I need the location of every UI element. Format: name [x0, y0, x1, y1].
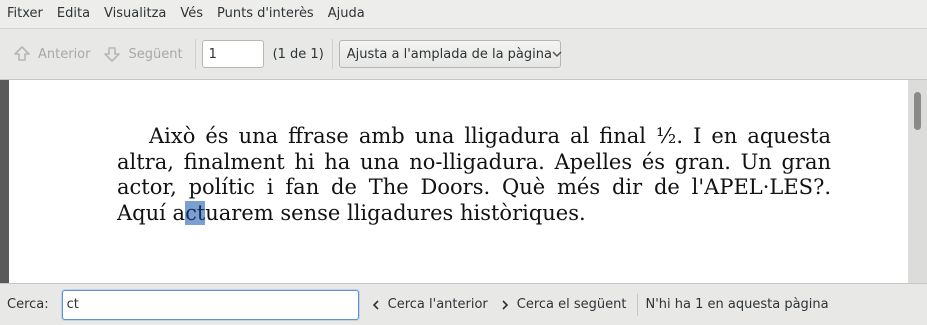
text-line: Aquí actuarem sense lligadures històriqu…: [117, 200, 586, 225]
text-line: Això és una ffrase amb una lligadura al …: [149, 124, 831, 148]
toolbar-separator-2: [331, 39, 333, 69]
next-page-label: Següent: [128, 46, 183, 62]
document-view[interactable]: Això és una ffrase amb una lligadura al …: [0, 80, 927, 283]
find-next-button[interactable]: Cerca el següent: [500, 297, 627, 312]
menu-view[interactable]: Visualitza: [97, 0, 173, 28]
find-next-label: Cerca el següent: [516, 297, 627, 312]
zoom-select-value: Ajusta a l'amplada de la pàgina: [346, 46, 552, 62]
page-count-label: (1 de 1): [272, 46, 324, 62]
find-bar: Cerca: Cerca l'anterior Cerca el següent…: [0, 283, 927, 325]
arrow-down-icon: [102, 44, 122, 64]
arrow-up-icon: [12, 44, 32, 64]
menu-help[interactable]: Ajuda: [321, 0, 372, 28]
search-input[interactable]: [61, 289, 359, 320]
search-match-highlight: ct: [185, 200, 206, 225]
text-fragment: uarem sense lligadures històriques.: [205, 200, 586, 225]
page-number-input[interactable]: [201, 40, 264, 68]
vertical-scrollbar[interactable]: [908, 80, 927, 283]
document-page: Això és una ffrase amb una lligadura al …: [9, 80, 908, 283]
find-previous-button[interactable]: Cerca l'anterior: [371, 297, 488, 312]
toolbar-separator: [194, 39, 196, 69]
menu-file[interactable]: Fitxer: [0, 0, 50, 28]
menu-go[interactable]: Vés: [173, 0, 210, 28]
zoom-select[interactable]: Ajusta a l'amplada de la pàgina: [338, 40, 562, 68]
find-status: N'hi ha 1 en aquesta pàgina: [645, 297, 829, 312]
text-line: actor, polític i fan de The Doors. Què m…: [117, 175, 831, 199]
previous-page-label: Anterior: [38, 46, 91, 62]
find-previous-label: Cerca l'anterior: [387, 297, 488, 312]
find-label: Cerca:: [7, 297, 49, 312]
previous-page-button[interactable]: Anterior: [6, 37, 96, 71]
scrollbar-thumb[interactable]: [914, 92, 921, 130]
menu-edit[interactable]: Edita: [50, 0, 97, 28]
toolbar: Anterior Següent (1 de 1) Ajusta a l'amp…: [0, 29, 927, 80]
chevron-down-icon: [552, 47, 562, 62]
chevron-left-icon: [371, 299, 381, 311]
next-page-button[interactable]: Següent: [96, 37, 188, 71]
chevron-right-icon: [500, 299, 510, 311]
menu-bookmarks[interactable]: Punts d'interès: [210, 0, 321, 28]
text-fragment: Aquí: [117, 200, 173, 225]
menu-bar: Fitxer Edita Visualitza Vés Punts d'inte…: [0, 0, 927, 29]
document-text: Això és una ffrase amb una lligadura al …: [117, 124, 831, 226]
text-line: altra, finalment hi ha una no-lligadura.…: [117, 149, 831, 174]
